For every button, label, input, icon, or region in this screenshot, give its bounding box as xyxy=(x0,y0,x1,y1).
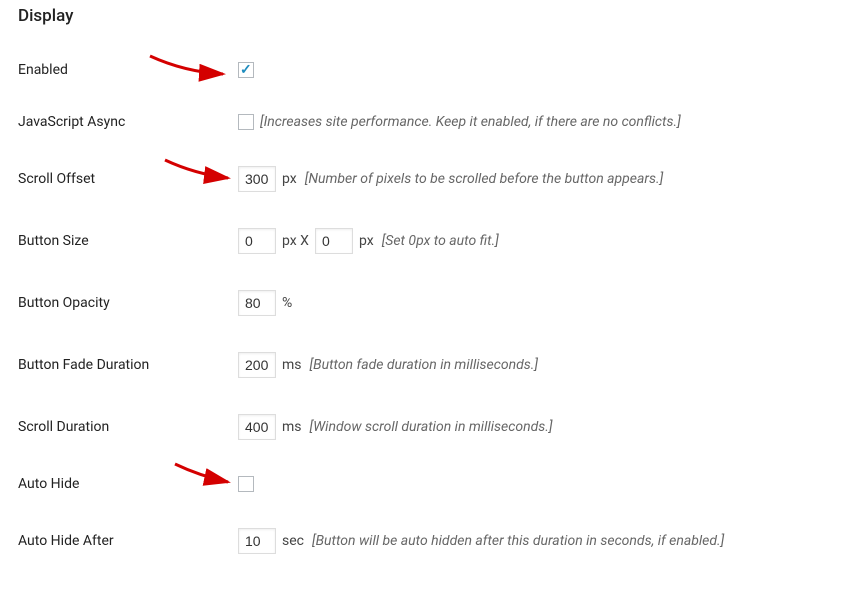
row-scroll-duration: Scroll Duration ms [Window scroll durati… xyxy=(0,396,867,458)
button-size-unit2: px xyxy=(359,233,374,249)
auto-hide-after-hint: [Button will be auto hidden after this d… xyxy=(312,533,724,549)
button-size-hint: [Set 0px to auto fit.] xyxy=(382,233,499,249)
auto-hide-checkbox[interactable] xyxy=(238,476,254,492)
scroll-offset-hint: [Number of pixels to be scrolled before … xyxy=(305,171,663,187)
button-opacity-input[interactable] xyxy=(238,290,276,316)
fade-duration-label: Button Fade Duration xyxy=(18,357,238,373)
row-scroll-offset: Scroll Offset px [Number of pixels to be… xyxy=(0,148,867,210)
scroll-duration-label: Scroll Duration xyxy=(18,419,238,435)
auto-hide-after-input[interactable] xyxy=(238,528,276,554)
row-js-async: JavaScript Async [Increases site perform… xyxy=(0,96,867,148)
fade-duration-unit: ms xyxy=(282,357,302,373)
row-fade-duration: Button Fade Duration ms [Button fade dur… xyxy=(0,334,867,396)
button-size-label: Button Size xyxy=(18,233,238,249)
row-auto-hide: Auto Hide xyxy=(0,458,867,510)
button-size-height-input[interactable] xyxy=(315,228,353,254)
scroll-duration-input[interactable] xyxy=(238,414,276,440)
row-auto-hide-after: Auto Hide After sec [Button will be auto… xyxy=(0,510,867,572)
scroll-offset-label: Scroll Offset xyxy=(18,171,238,187)
auto-hide-after-unit: sec xyxy=(282,533,304,549)
scroll-offset-unit: px xyxy=(282,171,297,187)
button-opacity-label: Button Opacity xyxy=(18,295,238,311)
auto-hide-label: Auto Hide xyxy=(18,476,238,492)
row-button-opacity: Button Opacity % xyxy=(0,272,867,334)
button-size-width-input[interactable] xyxy=(238,228,276,254)
scroll-offset-input[interactable] xyxy=(238,166,276,192)
section-title: Display xyxy=(0,0,867,44)
js-async-checkbox[interactable] xyxy=(238,114,254,130)
fade-duration-input[interactable] xyxy=(238,352,276,378)
scroll-duration-hint: [Window scroll duration in milliseconds.… xyxy=(310,419,553,435)
enabled-label: Enabled xyxy=(18,62,238,78)
row-enabled: Enabled xyxy=(0,44,867,96)
button-size-unit1: px X xyxy=(282,233,309,249)
row-button-size: Button Size px X px [Set 0px to auto fit… xyxy=(0,210,867,272)
js-async-hint: [Increases site performance. Keep it ena… xyxy=(260,114,681,130)
auto-hide-after-label: Auto Hide After xyxy=(18,533,238,549)
enabled-checkbox[interactable] xyxy=(238,62,254,78)
js-async-label: JavaScript Async xyxy=(18,114,238,130)
scroll-duration-unit: ms xyxy=(282,419,302,435)
fade-duration-hint: [Button fade duration in milliseconds.] xyxy=(310,357,538,373)
button-opacity-unit: % xyxy=(282,295,292,311)
